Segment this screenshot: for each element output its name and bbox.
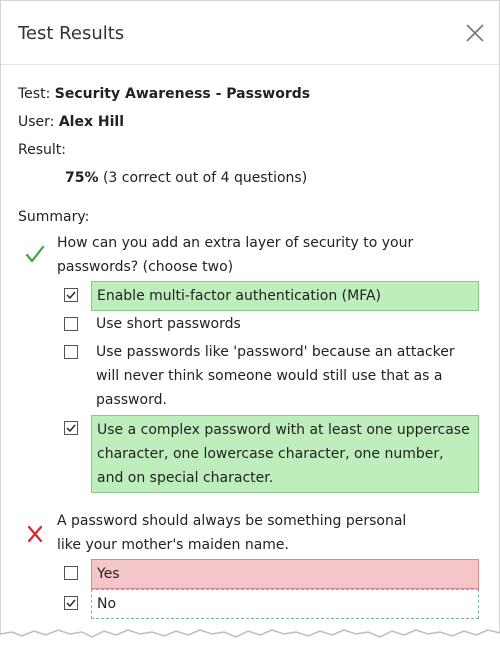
answer-2-1: Yes <box>91 559 479 589</box>
score-percent: 75% <box>65 170 99 186</box>
result-label: Result: <box>18 142 66 158</box>
test-name: Security Awareness - Passwords <box>54 86 311 102</box>
test-results-dialog: Test Results Test: Security Awareness - … <box>0 0 500 641</box>
answer-1-1-checkbox[interactable] <box>64 288 78 302</box>
answer-1-3: Use passwords like 'password' because an… <box>96 344 455 408</box>
question-2-text: A password should always be something pe… <box>57 513 407 553</box>
summary-label: Summary: <box>18 209 90 225</box>
user-label: User: <box>18 114 55 130</box>
user-line: User: Alex Hill <box>18 114 124 130</box>
answer-1-4-checkbox[interactable] <box>64 421 78 435</box>
answer-2-2: No <box>91 589 479 619</box>
score-detail: (3 correct out of 4 questions) <box>102 170 308 186</box>
check-icon <box>25 244 45 264</box>
dialog-title: Test Results <box>18 23 125 44</box>
close-icon[interactable] <box>465 23 485 43</box>
dialog-header: Test Results <box>1 1 499 65</box>
answer-1-2: Use short passwords <box>96 316 241 332</box>
test-line: Test: Security Awareness - Passwords <box>18 86 310 102</box>
test-label: Test: <box>18 86 51 102</box>
answer-1-4: Use a complex password with at least one… <box>91 415 479 493</box>
answer-1-1: Enable multi-factor authentication (MFA) <box>91 281 479 311</box>
answer-2-2-checkbox[interactable] <box>64 596 78 610</box>
score-line: 75% (3 correct out of 4 questions) <box>65 170 307 186</box>
user-name: Alex Hill <box>58 114 124 130</box>
answer-2-1-checkbox[interactable] <box>64 566 78 580</box>
answer-1-3-checkbox[interactable] <box>64 345 78 359</box>
torn-edge <box>0 629 500 663</box>
answer-1-2-checkbox[interactable] <box>64 317 78 331</box>
question-1-text: How can you add an extra layer of securi… <box>57 235 414 275</box>
x-icon <box>25 524 45 544</box>
